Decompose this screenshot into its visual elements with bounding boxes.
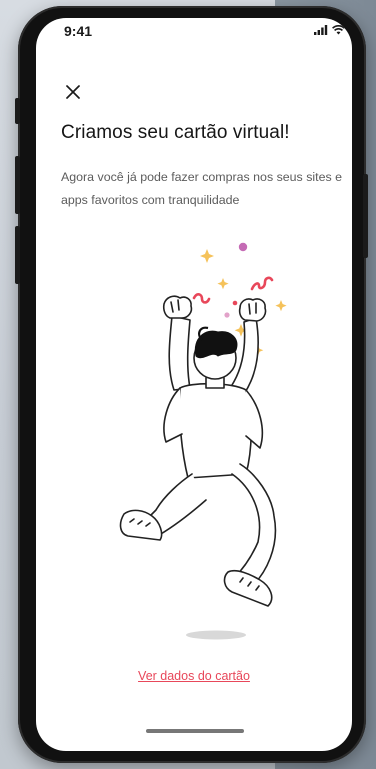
- home-indicator[interactable]: [146, 729, 244, 733]
- view-card-details-link[interactable]: Ver dados do cartão: [36, 669, 352, 683]
- phone-volume-up-button: [15, 156, 20, 214]
- phone-side-button: [15, 98, 20, 124]
- phone-power-button: [363, 174, 368, 258]
- status-icons: [314, 25, 352, 35]
- close-icon: [66, 85, 80, 99]
- status-time: 9:41: [64, 23, 93, 39]
- celebration-illustration: [94, 238, 294, 658]
- app-screen: 9:41 Criamos seu cartão virtual! Agora v…: [36, 18, 352, 751]
- page-title: Criamos seu cartão virtual!: [61, 122, 290, 143]
- close-button[interactable]: [62, 81, 84, 103]
- signal-icon: [314, 25, 328, 35]
- page-subtitle: Agora você já pode fazer compras nos seu…: [61, 170, 343, 207]
- phone-volume-down-button: [15, 226, 20, 284]
- wifi-icon: [332, 25, 345, 35]
- battery-icon: [349, 25, 352, 35]
- celebrating-person-icon: [119, 242, 287, 640]
